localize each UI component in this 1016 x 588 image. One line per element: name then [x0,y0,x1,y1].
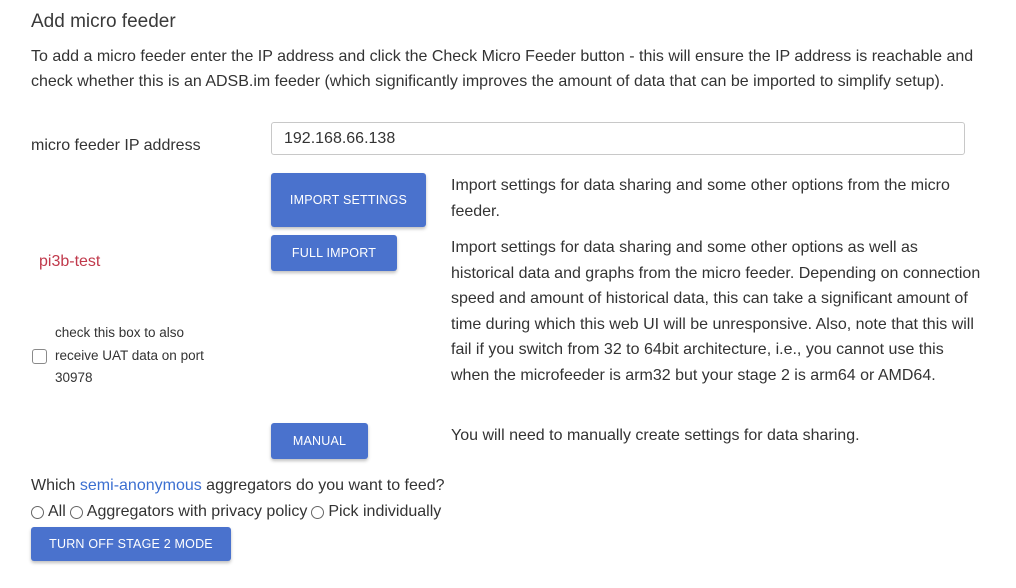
section-title: Add micro feeder [31,11,176,32]
radio-pick-individually-label: Pick individually [328,503,442,520]
semi-anonymous-link[interactable]: semi-anonymous [80,477,202,494]
manual-description: You will need to manually create setting… [451,427,860,444]
import-settings-button[interactable]: IMPORT SETTINGS [271,173,426,227]
uat-checkbox-label: check this box to also receive UAT data … [55,325,204,385]
ip-field-label: micro feeder IP address [31,137,201,154]
uat-checkbox[interactable] [32,349,47,364]
full-import-description: Import settings for data sharing and som… [451,239,981,384]
question-suffix: aggregators do you want to feed? [201,477,445,494]
intro-text: To add a micro feeder enter the IP addre… [31,48,974,90]
radio-all[interactable] [31,505,44,519]
aggregator-radio-group: All Aggregators with privacy policy Pick… [31,503,445,521]
radio-pick-individually[interactable] [311,505,325,519]
manual-button[interactable]: MANUAL [271,423,368,459]
full-import-button[interactable]: FULL IMPORT [271,235,397,271]
feeder-hostname: pi3b-test [39,253,101,270]
ip-address-input[interactable] [271,122,965,155]
radio-all-label: All [48,503,66,520]
radio-privacy-policy[interactable] [69,505,83,519]
turn-off-stage2-button[interactable]: TURN OFF STAGE 2 MODE [31,527,231,561]
aggregators-question: Which semi-anonymous aggregators do you … [31,477,445,495]
radio-privacy-policy-label: Aggregators with privacy policy [86,503,308,520]
question-prefix: Which [31,477,80,494]
import-settings-description: Import settings for data sharing and som… [451,177,950,220]
